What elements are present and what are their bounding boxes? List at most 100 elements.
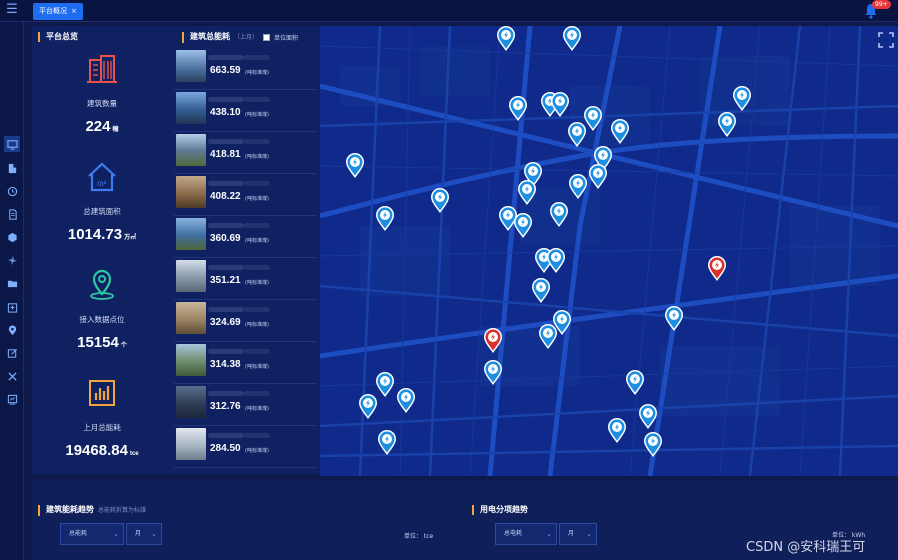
- map-marker-icon[interactable]: [625, 370, 645, 396]
- stat-total-area: m² 总建筑面积 1014.73 万㎡: [42, 160, 162, 243]
- unit-area-checkbox[interactable]: 单位面积: [263, 33, 298, 42]
- map-marker-icon[interactable]: [375, 206, 395, 232]
- list-item[interactable]: 284.50 (吨标准煤): [174, 426, 316, 468]
- map-marker-alert-icon[interactable]: [483, 328, 503, 354]
- list-item[interactable]: 312.76 (吨标准煤): [174, 384, 316, 426]
- building-nav-icon[interactable]: [4, 160, 20, 176]
- map-marker-alert-icon[interactable]: [707, 256, 727, 282]
- energy-value: 324.69: [210, 317, 241, 328]
- clock-icon[interactable]: [4, 183, 20, 199]
- map-view[interactable]: [320, 26, 898, 476]
- energy-unit: (吨标准煤): [245, 322, 269, 328]
- report-icon[interactable]: [4, 391, 20, 407]
- list-item[interactable]: 418.81 (吨标准煤): [174, 132, 316, 174]
- tools-icon[interactable]: [4, 368, 20, 384]
- map-marker-icon[interactable]: [513, 213, 533, 239]
- map-marker-icon[interactable]: [345, 153, 365, 179]
- building-thumbnail: [176, 344, 206, 376]
- trend-unit-label: 单位： tce: [404, 533, 434, 540]
- energy-value: 360.69: [210, 233, 241, 244]
- stat-value: 19468.84: [65, 442, 128, 459]
- list-item[interactable]: 663.59 (吨标准煤): [174, 48, 316, 90]
- map-marker-icon[interactable]: [562, 26, 582, 52]
- energy-value: 351.21: [210, 275, 241, 286]
- fullscreen-icon[interactable]: [878, 32, 894, 48]
- energy-unit: (吨标准煤): [245, 196, 269, 202]
- hexagon-icon[interactable]: [4, 229, 20, 245]
- map-marker-icon[interactable]: [377, 430, 397, 456]
- building-thumbnail: [176, 428, 206, 460]
- map-marker-icon[interactable]: [508, 96, 528, 122]
- bar-chart-icon: [42, 376, 162, 412]
- house-area-icon: m²: [42, 160, 162, 196]
- trend-energy-select[interactable]: 总能耗 ⌄: [60, 523, 124, 545]
- monitor-icon[interactable]: [4, 136, 20, 152]
- trend-period-select[interactable]: 月 ⌄: [126, 523, 162, 545]
- building-thumbnail: [176, 386, 206, 418]
- map-marker-icon[interactable]: [638, 404, 658, 430]
- map-marker-icon[interactable]: [517, 180, 537, 206]
- map-marker-icon[interactable]: [430, 188, 450, 214]
- svg-text:m²: m²: [97, 179, 107, 188]
- split-period-select[interactable]: 月 ⌄: [559, 523, 597, 545]
- stat-value: 15154: [77, 334, 119, 351]
- energy-value: 408.22: [210, 191, 241, 202]
- stat-value-row: 224 幢: [42, 118, 162, 135]
- list-item[interactable]: 438.10 (吨标准煤): [174, 90, 316, 132]
- map-marker-icon[interactable]: [610, 119, 630, 145]
- map-marker-icon[interactable]: [567, 122, 587, 148]
- blurred-name: [208, 307, 244, 312]
- map-marker-icon[interactable]: [538, 324, 558, 350]
- map-marker-icon[interactable]: [568, 174, 588, 200]
- map-marker-icon[interactable]: [396, 388, 416, 414]
- checkbox-box[interactable]: [263, 34, 270, 41]
- select-value: 总能耗: [69, 530, 88, 537]
- energy-value: 314.38: [210, 359, 241, 370]
- building-thumbnail: [176, 302, 206, 334]
- fan-icon[interactable]: [4, 252, 20, 268]
- document-icon[interactable]: [4, 206, 20, 222]
- map-marker-icon[interactable]: [664, 306, 684, 332]
- map-marker-icon[interactable]: [546, 248, 566, 274]
- blurred-name: [208, 181, 244, 186]
- map-marker-icon[interactable]: [717, 112, 737, 138]
- stat-data-points: 接入数据点位 15154 个: [42, 268, 162, 351]
- stat-label: 上月总能耗: [83, 423, 121, 432]
- menu-icon[interactable]: ☰: [4, 2, 20, 18]
- building-thumbnail: [176, 176, 206, 208]
- list-item[interactable]: 408.22 (吨标准煤): [174, 174, 316, 216]
- blurred-name: [208, 433, 244, 438]
- blurred-name: [244, 391, 270, 396]
- energy-unit: (吨标准煤): [245, 70, 269, 76]
- tab-platform-overview[interactable]: 平台概况 ×: [33, 3, 83, 20]
- map-marker-icon[interactable]: [732, 86, 752, 112]
- map-marker-icon[interactable]: [496, 26, 516, 52]
- top-bar: ☰ 平台概况 × 99+: [0, 0, 898, 22]
- hospital-icon[interactable]: [4, 299, 20, 315]
- map-marker-icon[interactable]: [483, 360, 503, 386]
- map-marker-icon[interactable]: [549, 202, 569, 228]
- edit-icon[interactable]: [4, 345, 20, 361]
- folder-icon[interactable]: [4, 275, 20, 291]
- energy-value: 438.10: [210, 107, 241, 118]
- map-marker-icon[interactable]: [607, 418, 627, 444]
- map-marker-icon[interactable]: [358, 394, 378, 420]
- map-marker-icon[interactable]: [643, 432, 663, 458]
- blurred-name: [244, 223, 270, 228]
- map-marker-icon[interactable]: [375, 372, 395, 398]
- watermark: CSDN @安科瑞王可: [746, 540, 866, 555]
- list-item[interactable]: 324.69 (吨标准煤): [174, 300, 316, 342]
- close-icon[interactable]: ×: [71, 7, 77, 15]
- list-item[interactable]: 314.38 (吨标准煤): [174, 342, 316, 384]
- energy-title: 建筑总能耗 （上月）: [182, 32, 258, 43]
- map-marker-icon[interactable]: [550, 92, 570, 118]
- split-energy-select[interactable]: 总电耗 ⌄: [495, 523, 557, 545]
- map-marker-icon[interactable]: [531, 278, 551, 304]
- map-pin-icon[interactable]: [4, 322, 20, 338]
- stat-value-row: 1014.73 万㎡: [42, 226, 162, 243]
- building-thumbnail: [176, 134, 206, 166]
- map-marker-icon[interactable]: [588, 164, 608, 190]
- list-item[interactable]: 360.69 (吨标准煤): [174, 216, 316, 258]
- list-item[interactable]: 351.21 (吨标准煤): [174, 258, 316, 300]
- stat-unit: 个: [120, 343, 127, 349]
